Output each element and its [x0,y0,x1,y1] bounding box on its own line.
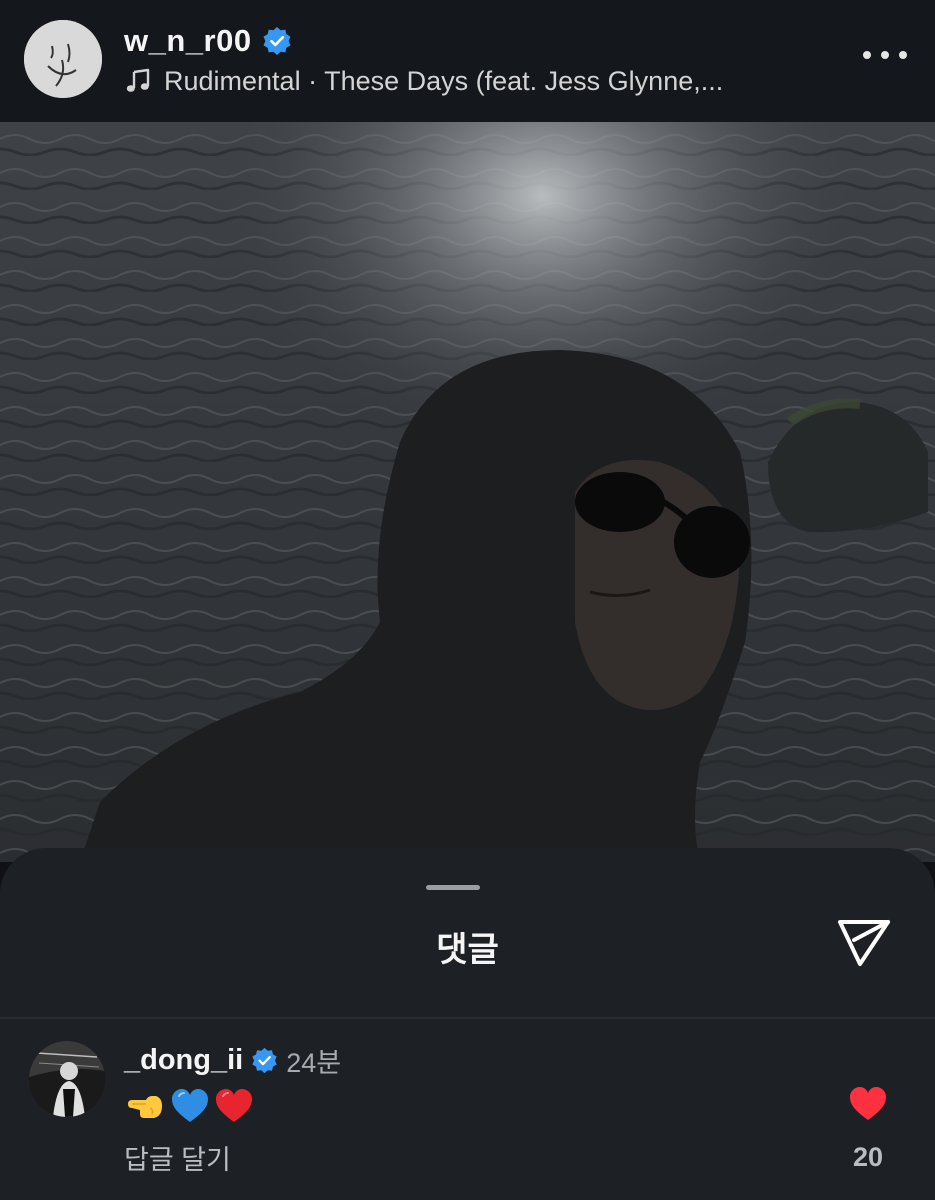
music-row[interactable]: Rudimental · These Days (feat. Jess Glyn… [124,62,824,100]
author-row: w_n_r00 [124,22,292,60]
commenter-username[interactable]: _dong_ii [124,1044,243,1077]
like-count: 20 [852,1142,884,1172]
verified-badge-icon [263,27,291,55]
blue-heart-emoji-icon [172,1089,208,1122]
heart-icon[interactable] [848,1086,888,1122]
more-dot-icon [899,51,907,59]
comment-timestamp: 24분 [286,1047,342,1078]
comments-title: 댓글 [436,931,499,969]
music-note-icon [126,68,150,92]
sheet-divider [0,1017,935,1019]
post-photo[interactable] [0,122,935,862]
more-options-button[interactable] [863,40,907,70]
more-dot-icon [863,51,871,59]
commenter-avatar[interactable] [29,1041,105,1117]
reply-button[interactable]: 답글 달기 [124,1138,231,1177]
red-heart-emoji-icon [216,1089,252,1122]
verified-badge-icon [252,1047,277,1073]
pointing-hand-emoji-icon [128,1096,162,1118]
author-avatar[interactable] [24,20,102,98]
more-dot-icon [881,51,889,59]
send-icon[interactable] [834,914,894,970]
post-header: w_n_r00 Rudimental · These Days (feat. J… [0,0,935,122]
comment-text [126,1086,254,1126]
comment-header: _dong_ii 24분 [124,1041,341,1079]
music-track-label: Rudimental · These Days (feat. Jess Glyn… [164,65,724,96]
author-username[interactable]: w_n_r00 [124,23,252,59]
sheet-drag-handle[interactable] [426,885,480,890]
